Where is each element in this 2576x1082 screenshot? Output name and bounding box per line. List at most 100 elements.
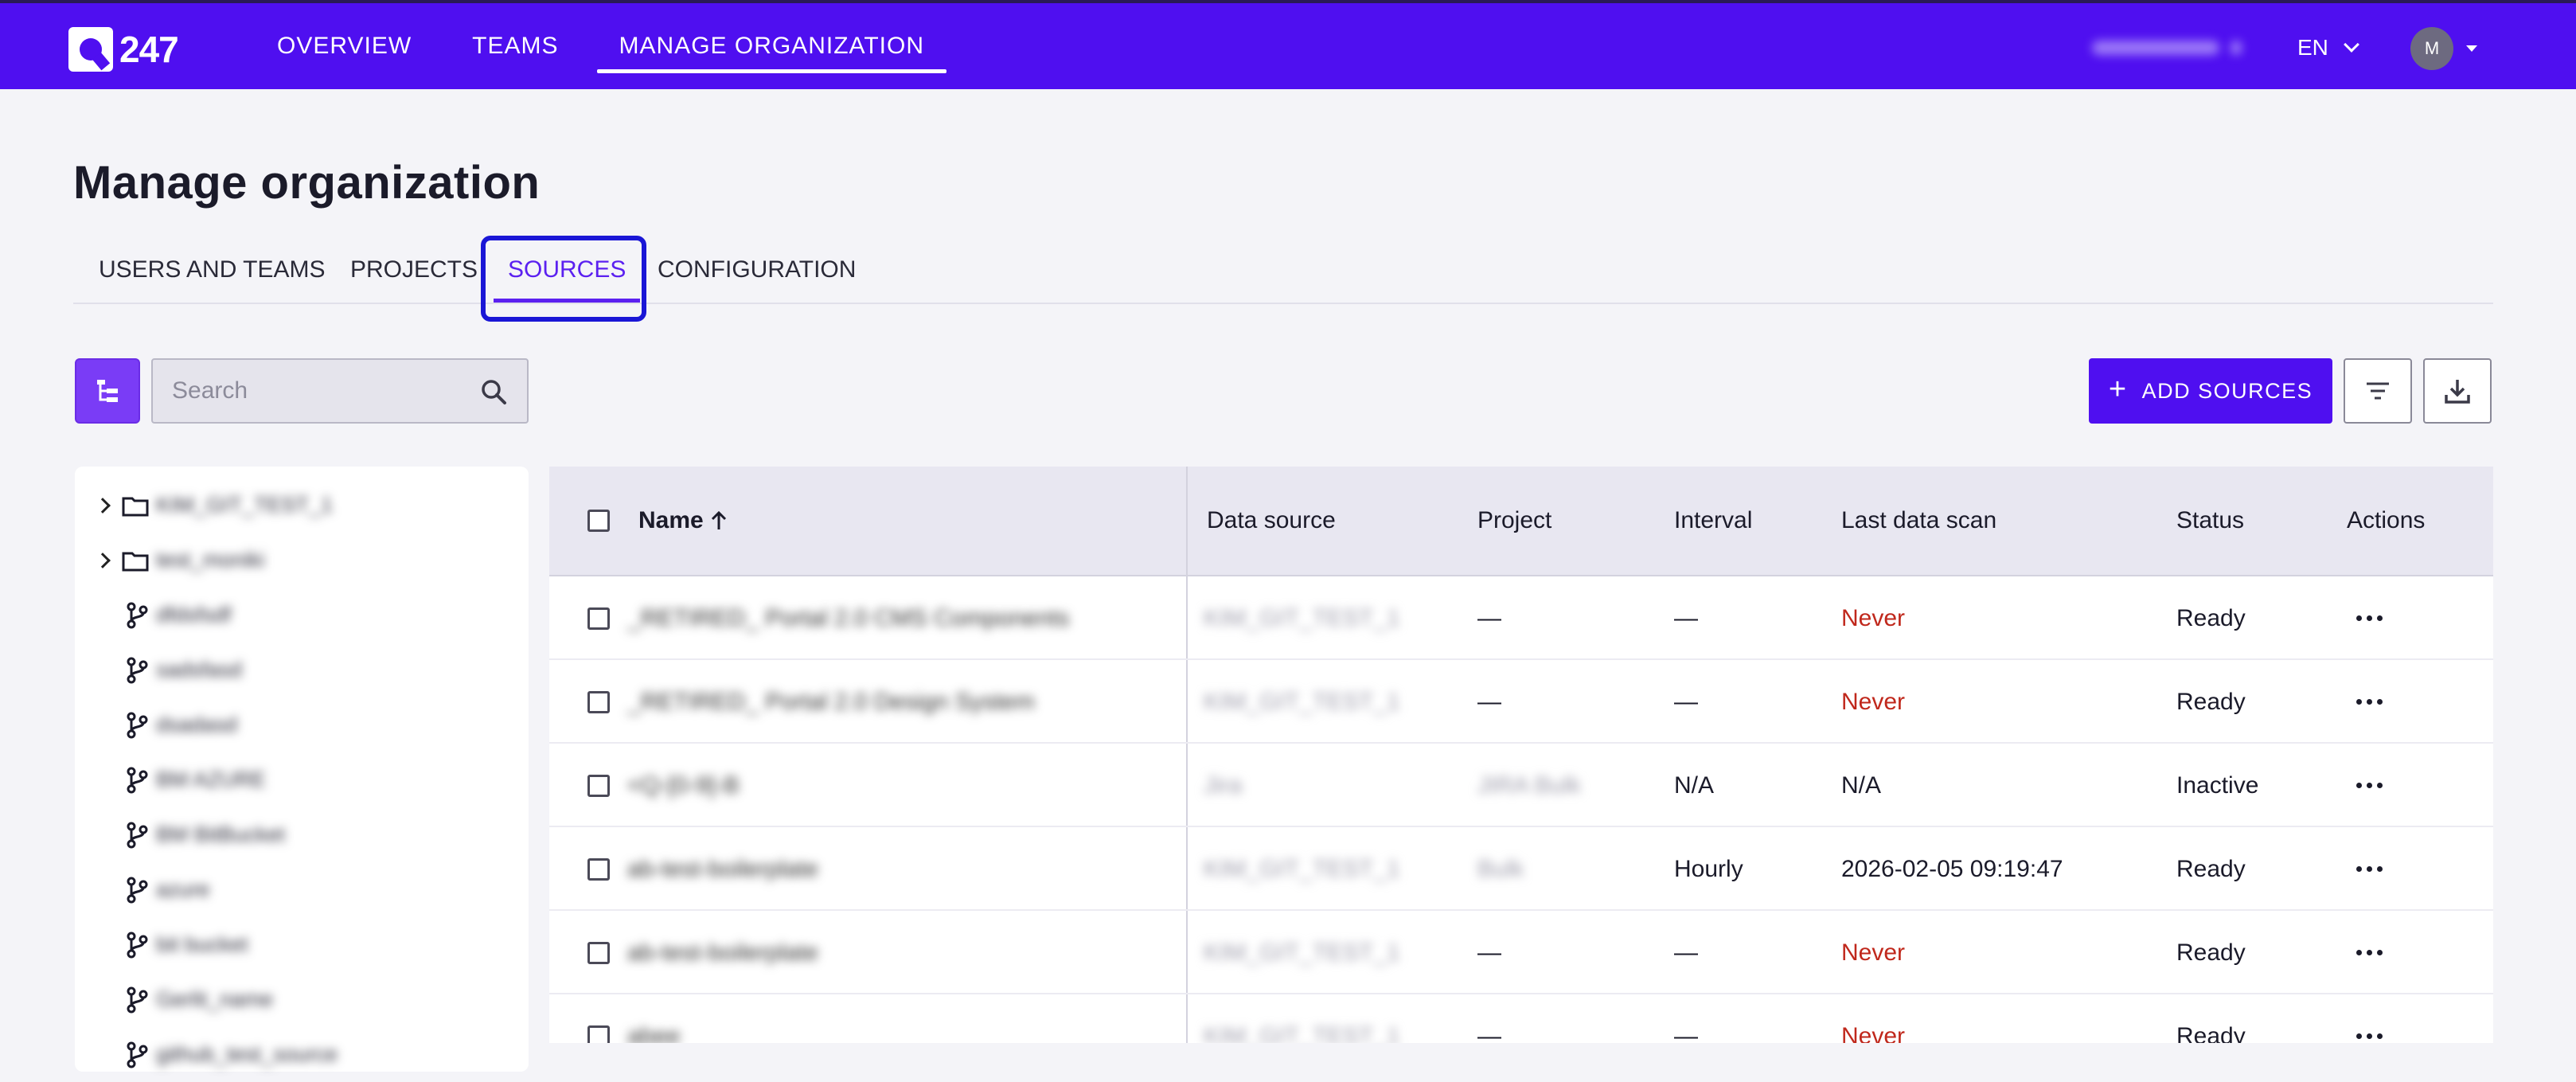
- cell-name: ab-test-boilerplate: [627, 939, 819, 966]
- git-branch-icon: [123, 656, 151, 685]
- tree-folder-item[interactable]: test_moniki: [75, 533, 529, 588]
- table-row[interactable]: _RETIRED_ Portal 2.0 Design System KIM_GI…: [549, 660, 2493, 744]
- cell-project: —: [1477, 688, 1501, 715]
- column-header-actions: Actions: [2347, 507, 2426, 533]
- row-actions-button[interactable]: [2356, 994, 2383, 1043]
- row-select-cell[interactable]: [587, 744, 610, 827]
- table-header: Name Data source Project Interval Last d…: [549, 467, 2493, 576]
- column-header-interval[interactable]: Interval: [1674, 467, 1752, 575]
- git-branch-icon: [123, 1041, 151, 1069]
- tree-source-item[interactable]: dsadasd: [75, 697, 529, 752]
- tree-source-item[interactable]: BM AZURE: [75, 752, 529, 807]
- cell-last-data-scan: Never: [1841, 1022, 1906, 1044]
- tree-source-item[interactable]: Gerlit_name: [75, 972, 529, 1027]
- table-row[interactable]: _RETIRED_ Portal 2.0 CMS Components KIM_G…: [549, 576, 2493, 660]
- organization-tabs: USERS AND TEAMS PROJECTS SOURCES CONFIGU…: [73, 237, 2493, 304]
- row-actions-button[interactable]: [2356, 744, 2383, 827]
- q247-logo[interactable]: 247: [68, 27, 179, 72]
- row-actions-button[interactable]: [2356, 576, 2383, 660]
- language-selector[interactable]: EN: [2297, 32, 2359, 64]
- row-checkbox[interactable]: [587, 690, 610, 713]
- select-all-checkbox[interactable]: [587, 510, 610, 532]
- column-header-project[interactable]: Project: [1477, 467, 1551, 575]
- tab-users-and-teams[interactable]: USERS AND TEAMS: [99, 237, 326, 303]
- tree-item-label: dsadasd: [156, 713, 238, 736]
- nav-overview[interactable]: OVERVIEW: [247, 3, 442, 89]
- source-tree-panel: KIM_GIT_TEST_1 test_moniki dfdsfsdf sadsfas…: [75, 467, 529, 1072]
- cell-data-source: KIM_GIT_TEST_1: [1204, 604, 1400, 631]
- logo-q-icon: [68, 27, 113, 72]
- cell-interval: —: [1674, 688, 1698, 715]
- row-select-cell[interactable]: [587, 911, 610, 994]
- more-horizontal-icon: [2356, 699, 2383, 705]
- tree-source-item[interactable]: github_test_source: [75, 1027, 529, 1082]
- top-navigation-bar: 247 OVERVIEW TEAMS MANAGE ORGANIZATION E…: [0, 0, 2576, 89]
- chevron-right-icon[interactable]: [95, 497, 111, 514]
- tab-label: PROJECTS: [350, 256, 478, 283]
- organization-selector[interactable]: [2092, 32, 2251, 64]
- more-horizontal-icon: [2356, 615, 2383, 621]
- tree-item-label: BM AZURE: [156, 768, 267, 791]
- folder-icon: [121, 491, 150, 520]
- row-select-cell[interactable]: [587, 994, 610, 1043]
- cell-name: ab-test-boilerplate: [627, 855, 819, 882]
- cell-project: Bulk: [1477, 855, 1524, 882]
- avatar[interactable]: M: [2410, 27, 2453, 70]
- caret-down-icon: [2466, 45, 2477, 52]
- row-actions-button[interactable]: [2356, 660, 2383, 744]
- git-branch-icon: [123, 931, 151, 959]
- tree-view-toggle-button[interactable]: [75, 358, 140, 424]
- nav-teams[interactable]: TEAMS: [442, 3, 588, 89]
- chevron-right-icon[interactable]: [95, 552, 111, 568]
- tree-item-label: KIM_GIT_TEST_1: [156, 493, 334, 517]
- select-all-cell[interactable]: [587, 467, 610, 575]
- tree-source-item[interactable]: sadsfasd: [75, 643, 529, 697]
- cell-status: Ready: [2176, 604, 2246, 631]
- tab-sources[interactable]: SOURCES: [479, 237, 654, 303]
- search-icon[interactable]: [479, 377, 508, 406]
- table-row[interactable]: <Q-[0-9]-B Jira JIRA Bulk N/A N/A Inactive: [549, 744, 2493, 827]
- user-menu[interactable]: M: [2410, 27, 2477, 70]
- cell-last-data-scan: Never: [1841, 939, 1906, 966]
- row-select-cell[interactable]: [587, 827, 610, 911]
- table-row[interactable]: abee KIM_GIT_TEST_1 — — Never Ready: [549, 994, 2493, 1043]
- column-header-name[interactable]: Name: [638, 467, 729, 575]
- sort-ascending-icon: [711, 510, 726, 529]
- column-header-last-data-scan[interactable]: Last data scan: [1841, 467, 1996, 575]
- search-field[interactable]: [151, 358, 529, 424]
- search-input[interactable]: [172, 360, 474, 422]
- column-header-data-source[interactable]: Data source: [1207, 467, 1336, 575]
- tree-item-label: azure: [156, 877, 210, 901]
- tree-source-item[interactable]: azure: [75, 862, 529, 917]
- filter-button[interactable]: [2344, 358, 2412, 424]
- language-label: EN: [2297, 35, 2328, 60]
- tab-projects[interactable]: PROJECTS: [350, 237, 478, 303]
- tab-configuration[interactable]: CONFIGURATION: [658, 237, 856, 303]
- row-checkbox[interactable]: [587, 857, 610, 881]
- table-row[interactable]: ab-test-boilerplate KIM_GIT_TEST_1 Bulk Hou…: [549, 827, 2493, 911]
- row-actions-button[interactable]: [2356, 827, 2383, 911]
- add-sources-button[interactable]: + ADD SOURCES: [2089, 358, 2332, 424]
- column-header-status[interactable]: Status: [2176, 467, 2244, 575]
- table-row[interactable]: ab-test-boilerplate KIM_GIT_TEST_1 — — Never…: [549, 911, 2493, 994]
- cell-status: Ready: [2176, 1022, 2246, 1044]
- tree-source-item[interactable]: BM BitBucket: [75, 807, 529, 862]
- active-tab-indicator: [494, 299, 641, 303]
- organization-chevron-icon: [2231, 41, 2242, 55]
- row-actions-button[interactable]: [2356, 911, 2383, 994]
- tree-item-label: Gerlit_name: [156, 987, 274, 1011]
- tree-view-icon: [97, 380, 118, 402]
- row-checkbox[interactable]: [587, 941, 610, 964]
- cell-last-data-scan: Never: [1841, 688, 1906, 715]
- row-select-cell[interactable]: [587, 576, 610, 660]
- tree-folder-item[interactable]: KIM_GIT_TEST_1: [75, 478, 529, 533]
- nav-manage-organization[interactable]: MANAGE ORGANIZATION: [589, 3, 954, 89]
- row-select-cell[interactable]: [587, 660, 610, 744]
- export-button[interactable]: [2423, 358, 2492, 424]
- cell-status: Ready: [2176, 855, 2246, 882]
- tree-source-item[interactable]: dfdsfsdf: [75, 588, 529, 643]
- row-checkbox[interactable]: [587, 607, 610, 630]
- row-checkbox[interactable]: [587, 1025, 610, 1043]
- row-checkbox[interactable]: [587, 774, 610, 797]
- tree-source-item[interactable]: bit bucket: [75, 917, 529, 972]
